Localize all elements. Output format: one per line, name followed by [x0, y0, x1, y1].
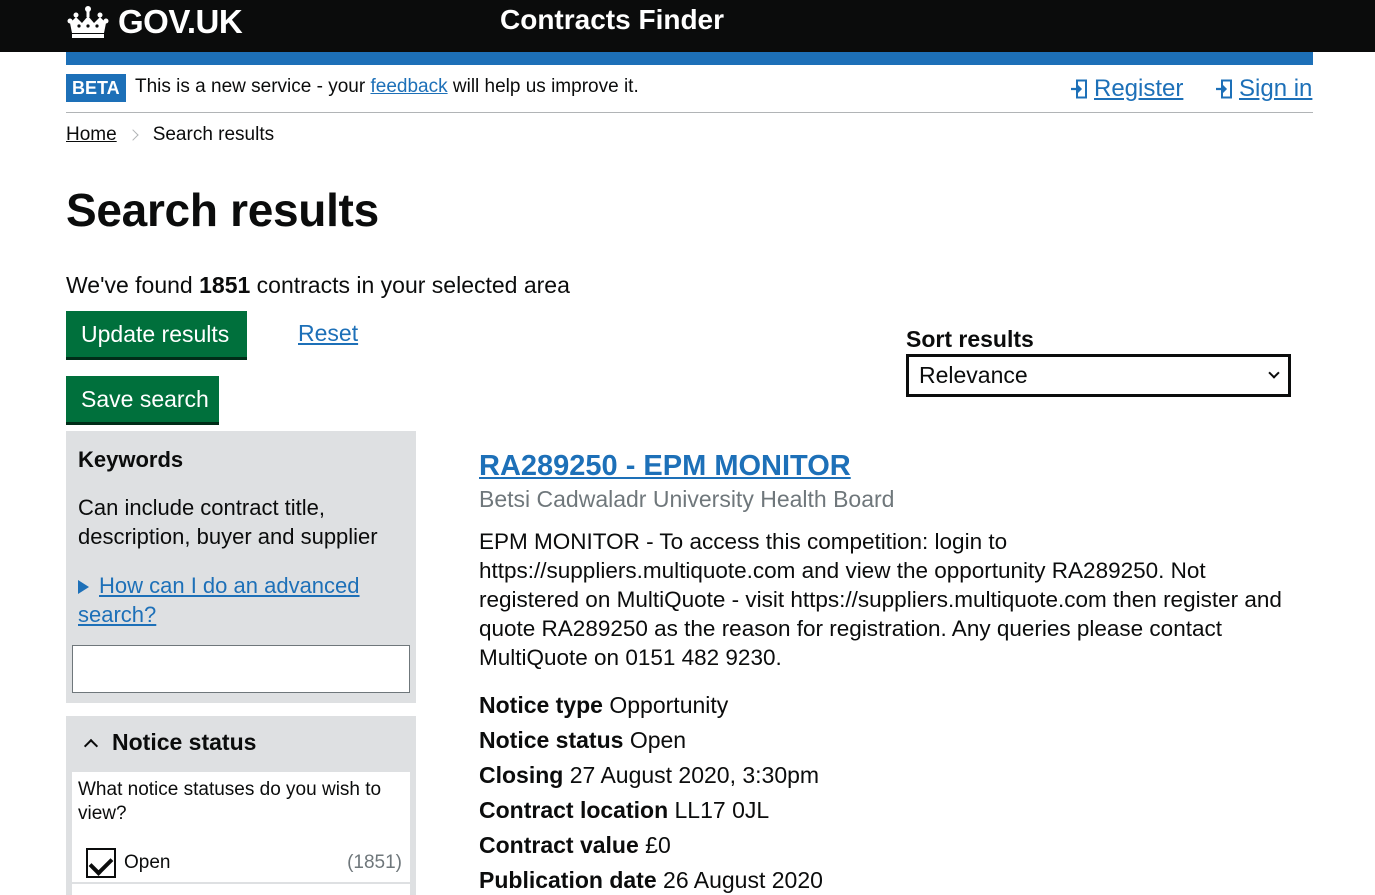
- results-count-text: We've found 1851 contracts in your selec…: [66, 272, 570, 299]
- keywords-filter-panel: Keywords Can include contract title, des…: [66, 431, 416, 703]
- sort-results-select[interactable]: Relevance: [906, 354, 1291, 397]
- govuk-logo-link[interactable]: GOV.UK: [66, 2, 243, 42]
- chevron-up-icon: [83, 738, 99, 753]
- keywords-title: Keywords: [78, 447, 184, 472]
- breadcrumb-home[interactable]: Home: [66, 124, 117, 146]
- crown-icon: [67, 6, 109, 38]
- meta-label: Contract value: [479, 832, 639, 858]
- meta-notice-type: Notice type Opportunity: [479, 688, 1299, 723]
- meta-value: Open: [629, 727, 687, 753]
- header-blue-bar: [66, 52, 1313, 65]
- page-title: Search results: [66, 184, 379, 236]
- breadcrumb: Home Search results: [66, 124, 274, 146]
- meta-label: Notice type: [479, 692, 603, 718]
- notice-status-filter-panel: Notice status What notice statuses do yo…: [66, 716, 416, 895]
- result-title-link[interactable]: RA289250 - EPM MONITOR: [479, 450, 1299, 483]
- result-buyer: Betsi Cadwaladr University Health Board: [479, 486, 895, 512]
- found-suffix: contracts in your selected area: [250, 272, 570, 298]
- meta-value: £0: [645, 832, 671, 858]
- option-divider: [72, 882, 410, 884]
- phase-text-after: will help us improve it.: [447, 76, 639, 97]
- register-label: Register: [1094, 75, 1184, 102]
- meta-value: LL17 0JL: [674, 797, 770, 823]
- open-checkbox-label: Open: [124, 852, 171, 873]
- meta-value: 26 August 2020: [663, 867, 823, 893]
- service-name-link[interactable]: Contracts Finder: [500, 4, 724, 36]
- sort-results-label: Sort results: [906, 326, 1034, 352]
- login-arrow-icon: [1216, 79, 1232, 99]
- keywords-hint: Can include contract title, description,…: [78, 495, 378, 549]
- update-results-button[interactable]: Update results: [66, 311, 247, 357]
- chevron-down-icon: [1268, 367, 1280, 379]
- phase-text-before: This is a new service - your: [135, 76, 371, 97]
- site-header: GOV.UK Contracts Finder: [0, 0, 1375, 52]
- sign-in-label: Sign in: [1239, 75, 1313, 102]
- open-checkbox[interactable]: [86, 848, 116, 878]
- triangle-right-icon: [78, 580, 89, 595]
- meta-contract-value: Contract value £0: [479, 828, 1299, 863]
- login-arrow-icon: [1071, 79, 1087, 99]
- found-prefix: We've found: [66, 272, 200, 298]
- breadcrumb-current: Search results: [152, 124, 275, 145]
- meta-value: Opportunity: [609, 692, 729, 718]
- open-count: (1851): [347, 852, 402, 873]
- search-result: RA289250 - EPM MONITOR Betsi Cadwaladr U…: [479, 450, 1299, 895]
- notice-status-option-open[interactable]: Open (1851): [86, 848, 402, 878]
- sign-in-link[interactable]: Sign in: [1215, 75, 1312, 103]
- advanced-search-link[interactable]: How can I do an advanced search?: [78, 573, 360, 627]
- phase-banner-text: This is a new service - your feedback wi…: [135, 76, 639, 98]
- meta-label: Notice status: [479, 727, 624, 753]
- save-search-button[interactable]: Save search: [66, 376, 219, 422]
- reset-link[interactable]: Reset: [298, 320, 358, 347]
- result-description: EPM MONITOR - To access this competition…: [479, 529, 1282, 670]
- advanced-search-details[interactable]: How can I do an advanced search?: [78, 571, 408, 629]
- sort-selected-value: Relevance: [919, 362, 1028, 388]
- notice-status-body: What notice statuses do you wish to view…: [72, 772, 410, 895]
- register-link[interactable]: Register: [1070, 75, 1183, 103]
- govuk-logo-text: GOV.UK: [118, 3, 243, 40]
- result-meta: Notice type Opportunity Notice status Op…: [479, 688, 1299, 895]
- meta-contract-location: Contract location LL17 0JL: [479, 793, 1299, 828]
- phase-banner: BETA This is a new service - your feedba…: [66, 65, 1313, 113]
- feedback-link[interactable]: feedback: [370, 76, 447, 97]
- found-count: 1851: [199, 272, 251, 298]
- meta-label: Closing: [479, 762, 564, 788]
- meta-value: 27 August 2020, 3:30pm: [569, 762, 820, 788]
- meta-label: Contract location: [479, 797, 669, 823]
- notice-status-toggle[interactable]: Notice status: [82, 729, 256, 756]
- meta-publication-date: Publication date 26 August 2020: [479, 863, 1299, 895]
- chevron-right-icon: [127, 129, 139, 141]
- keywords-input[interactable]: [72, 645, 410, 693]
- meta-notice-status: Notice status Open: [479, 723, 1299, 758]
- beta-tag: BETA: [66, 74, 126, 102]
- meta-closing: Closing 27 August 2020, 3:30pm: [479, 758, 1299, 793]
- notice-status-title: Notice status: [112, 729, 257, 755]
- meta-label: Publication date: [479, 867, 657, 893]
- notice-status-question: What notice statuses do you wish to view…: [78, 779, 382, 824]
